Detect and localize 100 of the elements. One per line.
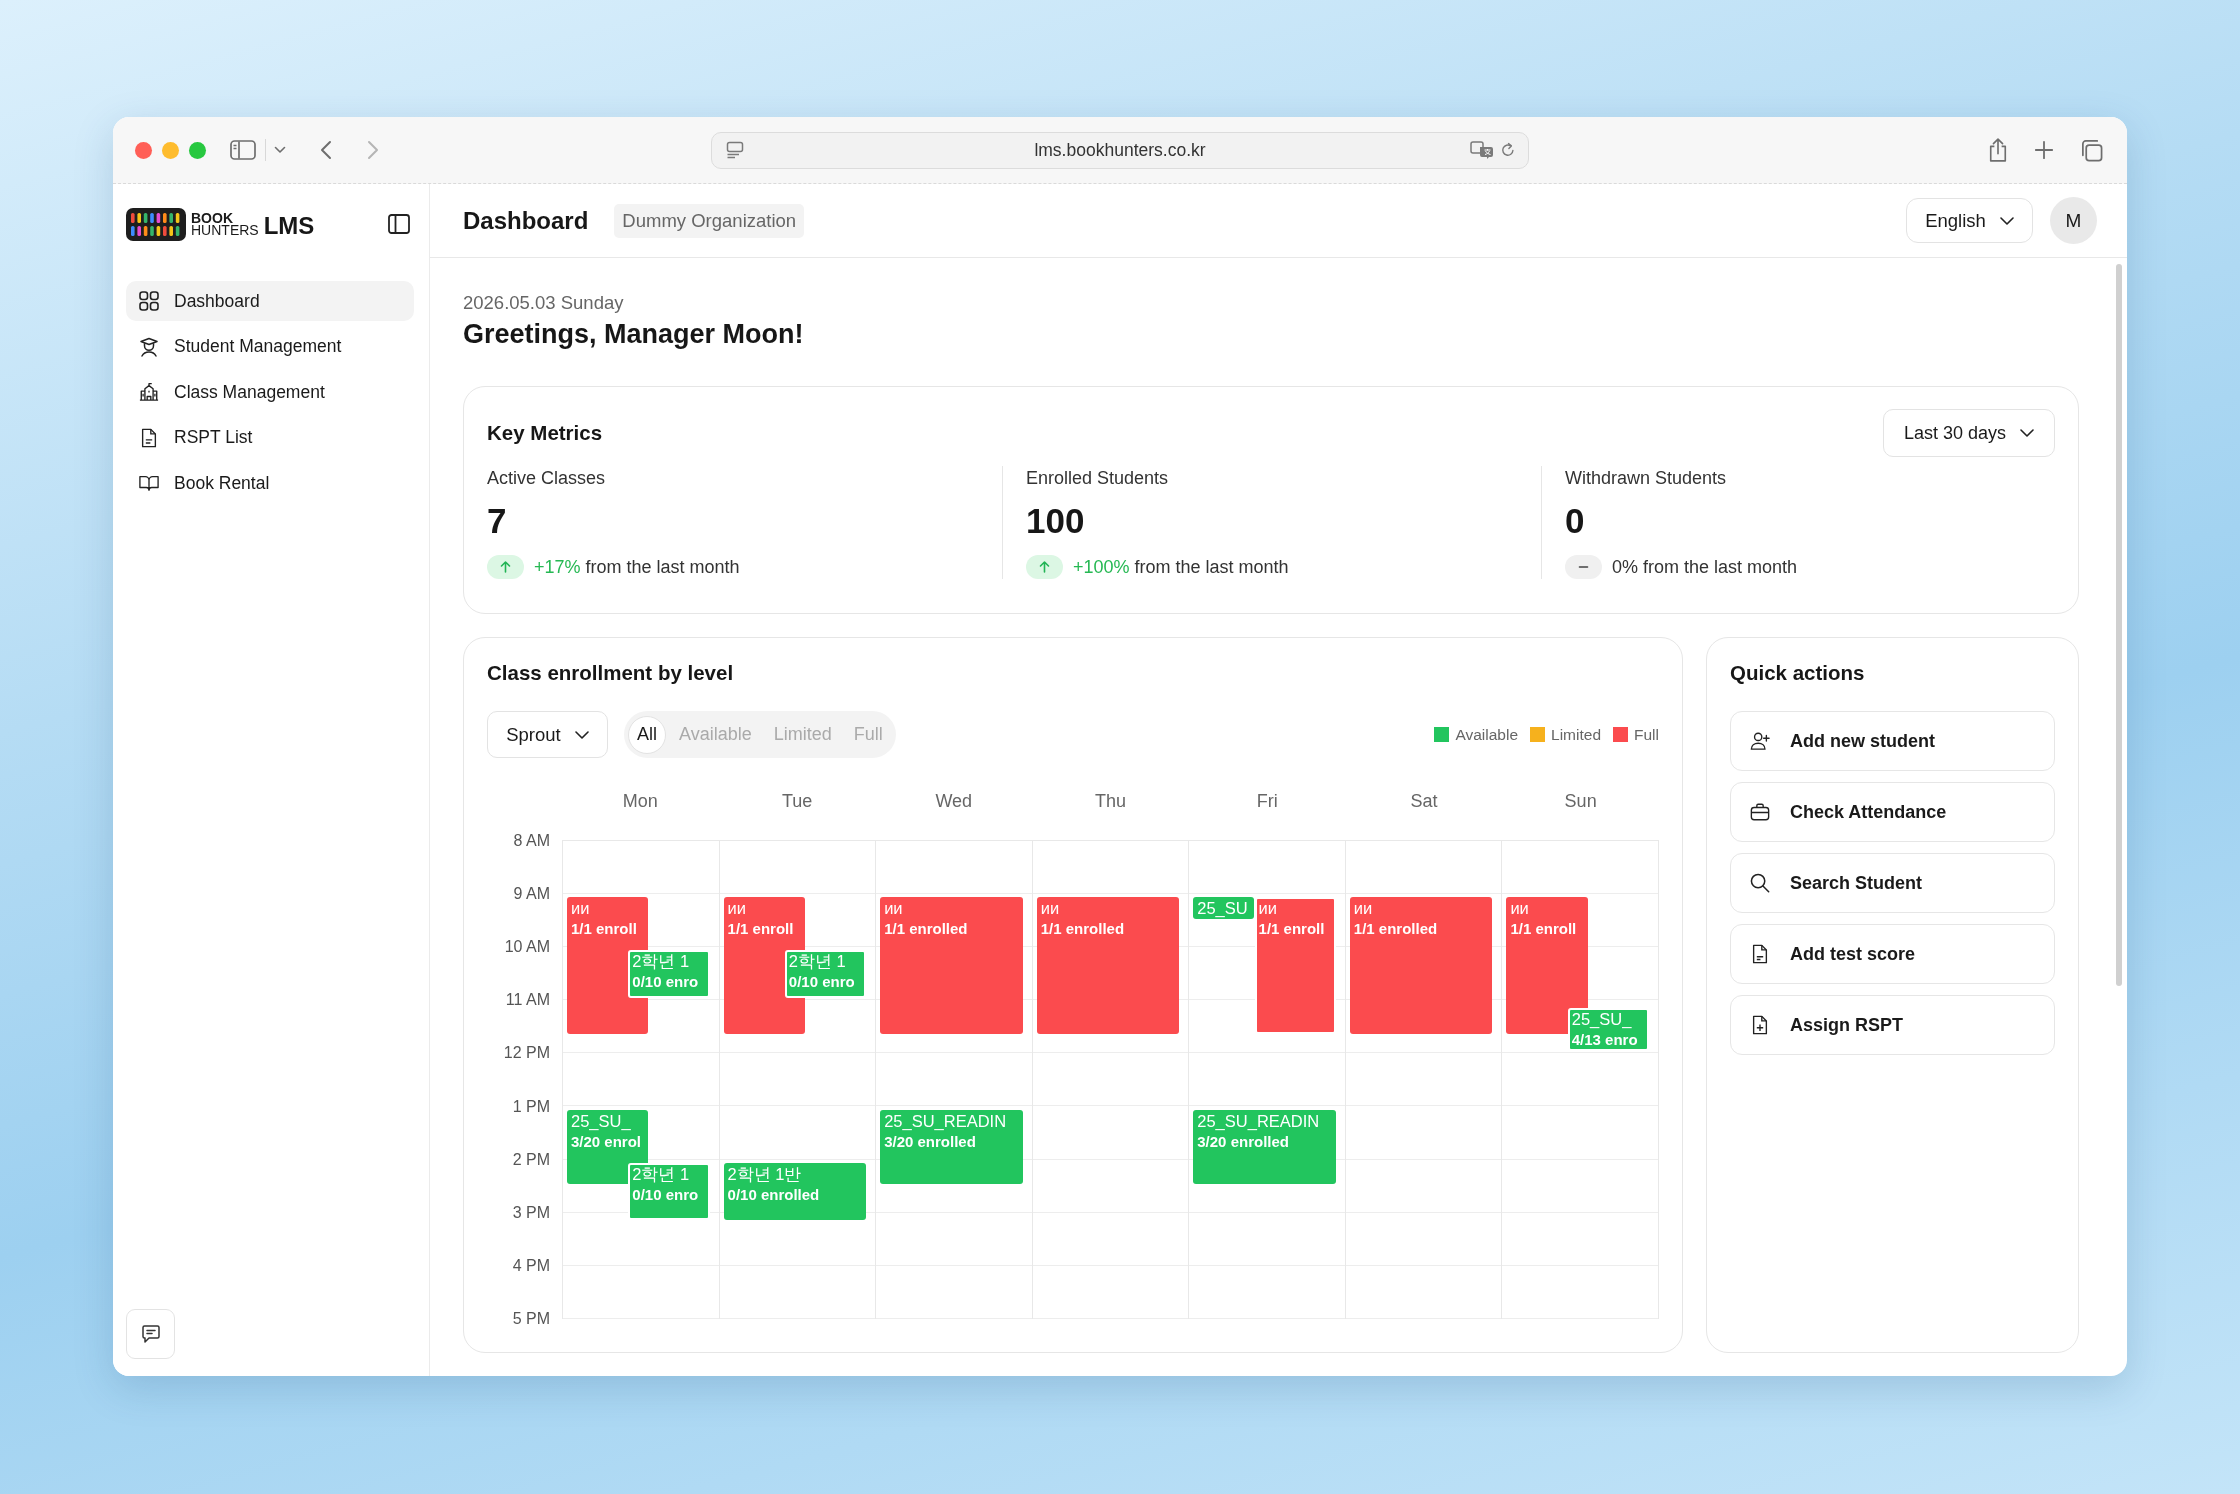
organization-tag: Dummy Organization	[614, 203, 805, 238]
class-event[interactable]: 25_SU	[1193, 897, 1254, 919]
sidebar-icon[interactable]	[230, 140, 256, 160]
quick-action-button[interactable]: Check Attendance	[1730, 782, 2055, 842]
event-title: 2학년 1반	[727, 1164, 803, 1184]
logo-text: HUNTERS	[191, 224, 259, 236]
time-label: 9 AM	[513, 884, 550, 905]
sidebar-toggle-icon[interactable]	[388, 214, 410, 234]
event-title: ии	[1510, 899, 1530, 919]
nav-item[interactable]: Dashboard	[126, 281, 414, 321]
minus-icon	[1565, 555, 1602, 579]
filter-tab[interactable]: Full	[844, 715, 892, 754]
graduate-icon	[139, 336, 159, 357]
product-name: LMS	[263, 212, 315, 240]
metric-value: 7	[487, 500, 508, 542]
nav-item[interactable]: Class Management	[126, 372, 414, 412]
nav-item[interactable]: Student Management	[126, 326, 414, 367]
time-label: 2 PM	[512, 1149, 550, 1170]
change-text: 0% from the last month	[1612, 556, 1798, 578]
time-label: 12 PM	[503, 1043, 550, 1064]
time-label: 1 PM	[512, 1096, 550, 1117]
time-label: 3 PM	[512, 1202, 550, 1223]
quick-action-button[interactable]: Assign RSPT	[1730, 995, 2055, 1055]
event-title: ии	[1258, 899, 1278, 919]
scrollbar-thumb[interactable]	[2116, 264, 2122, 986]
greeting-text: Greetings, Manager Moon!	[463, 318, 805, 350]
chat-icon	[140, 1325, 161, 1343]
nav-item[interactable]: RSPT List	[126, 417, 414, 458]
legend-label: Limited	[1551, 725, 1601, 744]
time-label: 11 AM	[505, 990, 550, 1011]
event-enrollment: 3/20 enrolled	[884, 1132, 977, 1151]
logo-text: BOOK	[191, 212, 233, 224]
caret-icon	[1999, 216, 2014, 225]
share-icon[interactable]	[1988, 137, 2008, 163]
event-title: ии	[1353, 899, 1374, 919]
legend-label: Full	[1634, 725, 1659, 744]
event-enrollment: 3/20 enrol	[571, 1132, 643, 1151]
time-label: 5 PM	[512, 1308, 550, 1329]
class-event[interactable]: 25_SU_READIN 3/20 enrolled	[1193, 1109, 1336, 1185]
chevron-down-icon[interactable]	[274, 146, 286, 154]
reload-icon[interactable]	[1500, 142, 1516, 158]
page-icon	[726, 141, 744, 159]
avatar[interactable]: M	[2050, 197, 2097, 244]
metric-value: 100	[1026, 500, 1086, 542]
tabs-overview-icon[interactable]	[2080, 138, 2103, 162]
day-label: Sun	[1563, 789, 1598, 813]
metric-label: Withdrawn Students	[1565, 467, 1728, 490]
dashboard-grid-icon	[139, 291, 159, 311]
school-building-icon	[139, 382, 159, 402]
quick-action-button[interactable]: Add new student	[1730, 711, 2055, 771]
card-title: Quick actions	[1730, 660, 1866, 686]
level-dropdown[interactable]: Sprout	[487, 711, 608, 758]
day-label: Sat	[1409, 789, 1439, 813]
search-icon	[1750, 873, 1770, 893]
add-user-icon	[1750, 731, 1770, 751]
close-window-icon[interactable]	[135, 141, 152, 159]
time-label: 8 AM	[513, 831, 550, 851]
page-title: Dashboard	[463, 206, 589, 235]
metric-value: 0	[1565, 500, 1586, 542]
event-enrollment: 3/20 enrolled	[1197, 1132, 1290, 1151]
caret-icon	[2020, 429, 2035, 437]
event-enrollment: 0/10 enrolled	[727, 1185, 821, 1204]
class-event[interactable]: 2학년 1반 0/10 enrolled	[723, 1162, 867, 1220]
card-title: Class enrollment by level	[487, 660, 735, 686]
filter-tab[interactable]: Available	[670, 715, 761, 754]
caret-icon	[574, 730, 589, 739]
class-event[interactable]: ии 1/1 enrolled	[880, 897, 1023, 1034]
new-tab-icon[interactable]	[2034, 140, 2054, 160]
chat-button[interactable]	[126, 1309, 175, 1359]
trend-up-icon	[1026, 555, 1063, 579]
class-event[interactable]: 2학년 1 0/10 enro	[628, 950, 710, 999]
nav-item[interactable]: Book Rental	[126, 463, 414, 503]
event-enrollment: 1/1 enroll	[1258, 920, 1326, 939]
day-label: Wed	[934, 789, 974, 813]
open-book-icon	[139, 473, 159, 493]
logo-icon	[126, 207, 186, 241]
event-enrollment: 1/1 enrolled	[1353, 920, 1439, 939]
metric-label: Active Classes	[487, 467, 607, 490]
class-event[interactable]: 25_SU_READIN 3/20 enrolled	[880, 1109, 1023, 1185]
time-label: 10 AM	[504, 937, 550, 958]
class-event[interactable]: ии 1/1 enrolled	[1036, 897, 1180, 1034]
class-event[interactable]: ии 1/1 enrolled	[1349, 897, 1493, 1034]
language-dropdown[interactable]: English	[1906, 198, 2033, 243]
event-title: ии	[1040, 899, 1061, 919]
briefcase-icon	[1750, 802, 1770, 822]
address-bar[interactable]: lms.bookhunters.co.kr	[711, 131, 1529, 169]
class-event[interactable]: ии 1/1 enroll	[1254, 897, 1336, 1034]
filter-tab[interactable]: All	[628, 715, 666, 754]
event-enrollment: 1/1 enrolled	[1040, 920, 1126, 939]
class-event[interactable]: 2학년 1 0/10 enro	[784, 950, 867, 999]
time-label: 4 PM	[512, 1255, 550, 1276]
class-event[interactable]: 25_SU_ 4/13 enro	[1567, 1007, 1649, 1052]
filter-tab[interactable]: Limited	[764, 715, 841, 754]
period-dropdown[interactable]: Last 30 days	[1883, 409, 2055, 457]
event-enrollment: 1/1 enrolled	[884, 920, 969, 939]
event-title: 25_SU_READIN	[884, 1111, 1008, 1131]
quick-action-button[interactable]: Search Student	[1730, 853, 2055, 913]
quick-action-button[interactable]: Add test score	[1730, 924, 2055, 984]
translate-icon[interactable]	[1470, 141, 1494, 159]
event-title: ии	[727, 899, 747, 919]
